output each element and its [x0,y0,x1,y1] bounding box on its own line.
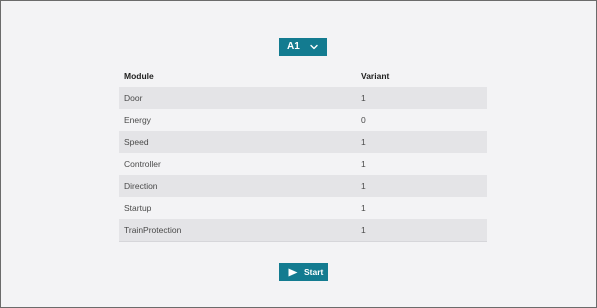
table-header-row: Module Variant [119,65,487,87]
module-cell: Speed [119,131,356,153]
table-row: Startup 1 [119,197,487,219]
table-row: Direction 1 [119,175,487,197]
play-icon [288,268,298,276]
module-cell: Direction [119,175,356,197]
variant-cell: 0 [356,109,487,131]
variant-cell: 1 [356,87,487,109]
start-button[interactable]: Start [279,263,328,281]
chevron-down-icon [310,44,318,50]
variant-cell: 1 [356,131,487,153]
module-cell: Energy [119,109,356,131]
module-cell: TrainProtection [119,219,356,242]
column-header-variant: Variant [361,71,390,81]
variant-set-dropdown[interactable]: A1 [279,38,327,56]
module-cell: Controller [119,153,356,175]
variant-cell: 1 [356,197,487,219]
dropdown-value: A1 [287,41,300,52]
table-row: Energy 0 [119,109,487,131]
table-row: Speed 1 [119,131,487,153]
module-variant-table: Module Variant Door 1 Energy 0 Speed 1 C… [119,65,487,242]
variant-cell: 1 [356,153,487,175]
start-button-label: Start [304,267,324,277]
table-row: TrainProtection 1 [119,219,487,242]
variant-cell: 1 [356,175,487,197]
module-cell: Startup [119,197,356,219]
table-row: Door 1 [119,87,487,109]
app-frame: A1 Module Variant Door 1 Energy 0 Speed … [0,0,597,308]
variant-cell: 1 [356,219,487,242]
column-header-module: Module [124,71,154,81]
module-cell: Door [119,87,356,109]
table-row: Controller 1 [119,153,487,175]
